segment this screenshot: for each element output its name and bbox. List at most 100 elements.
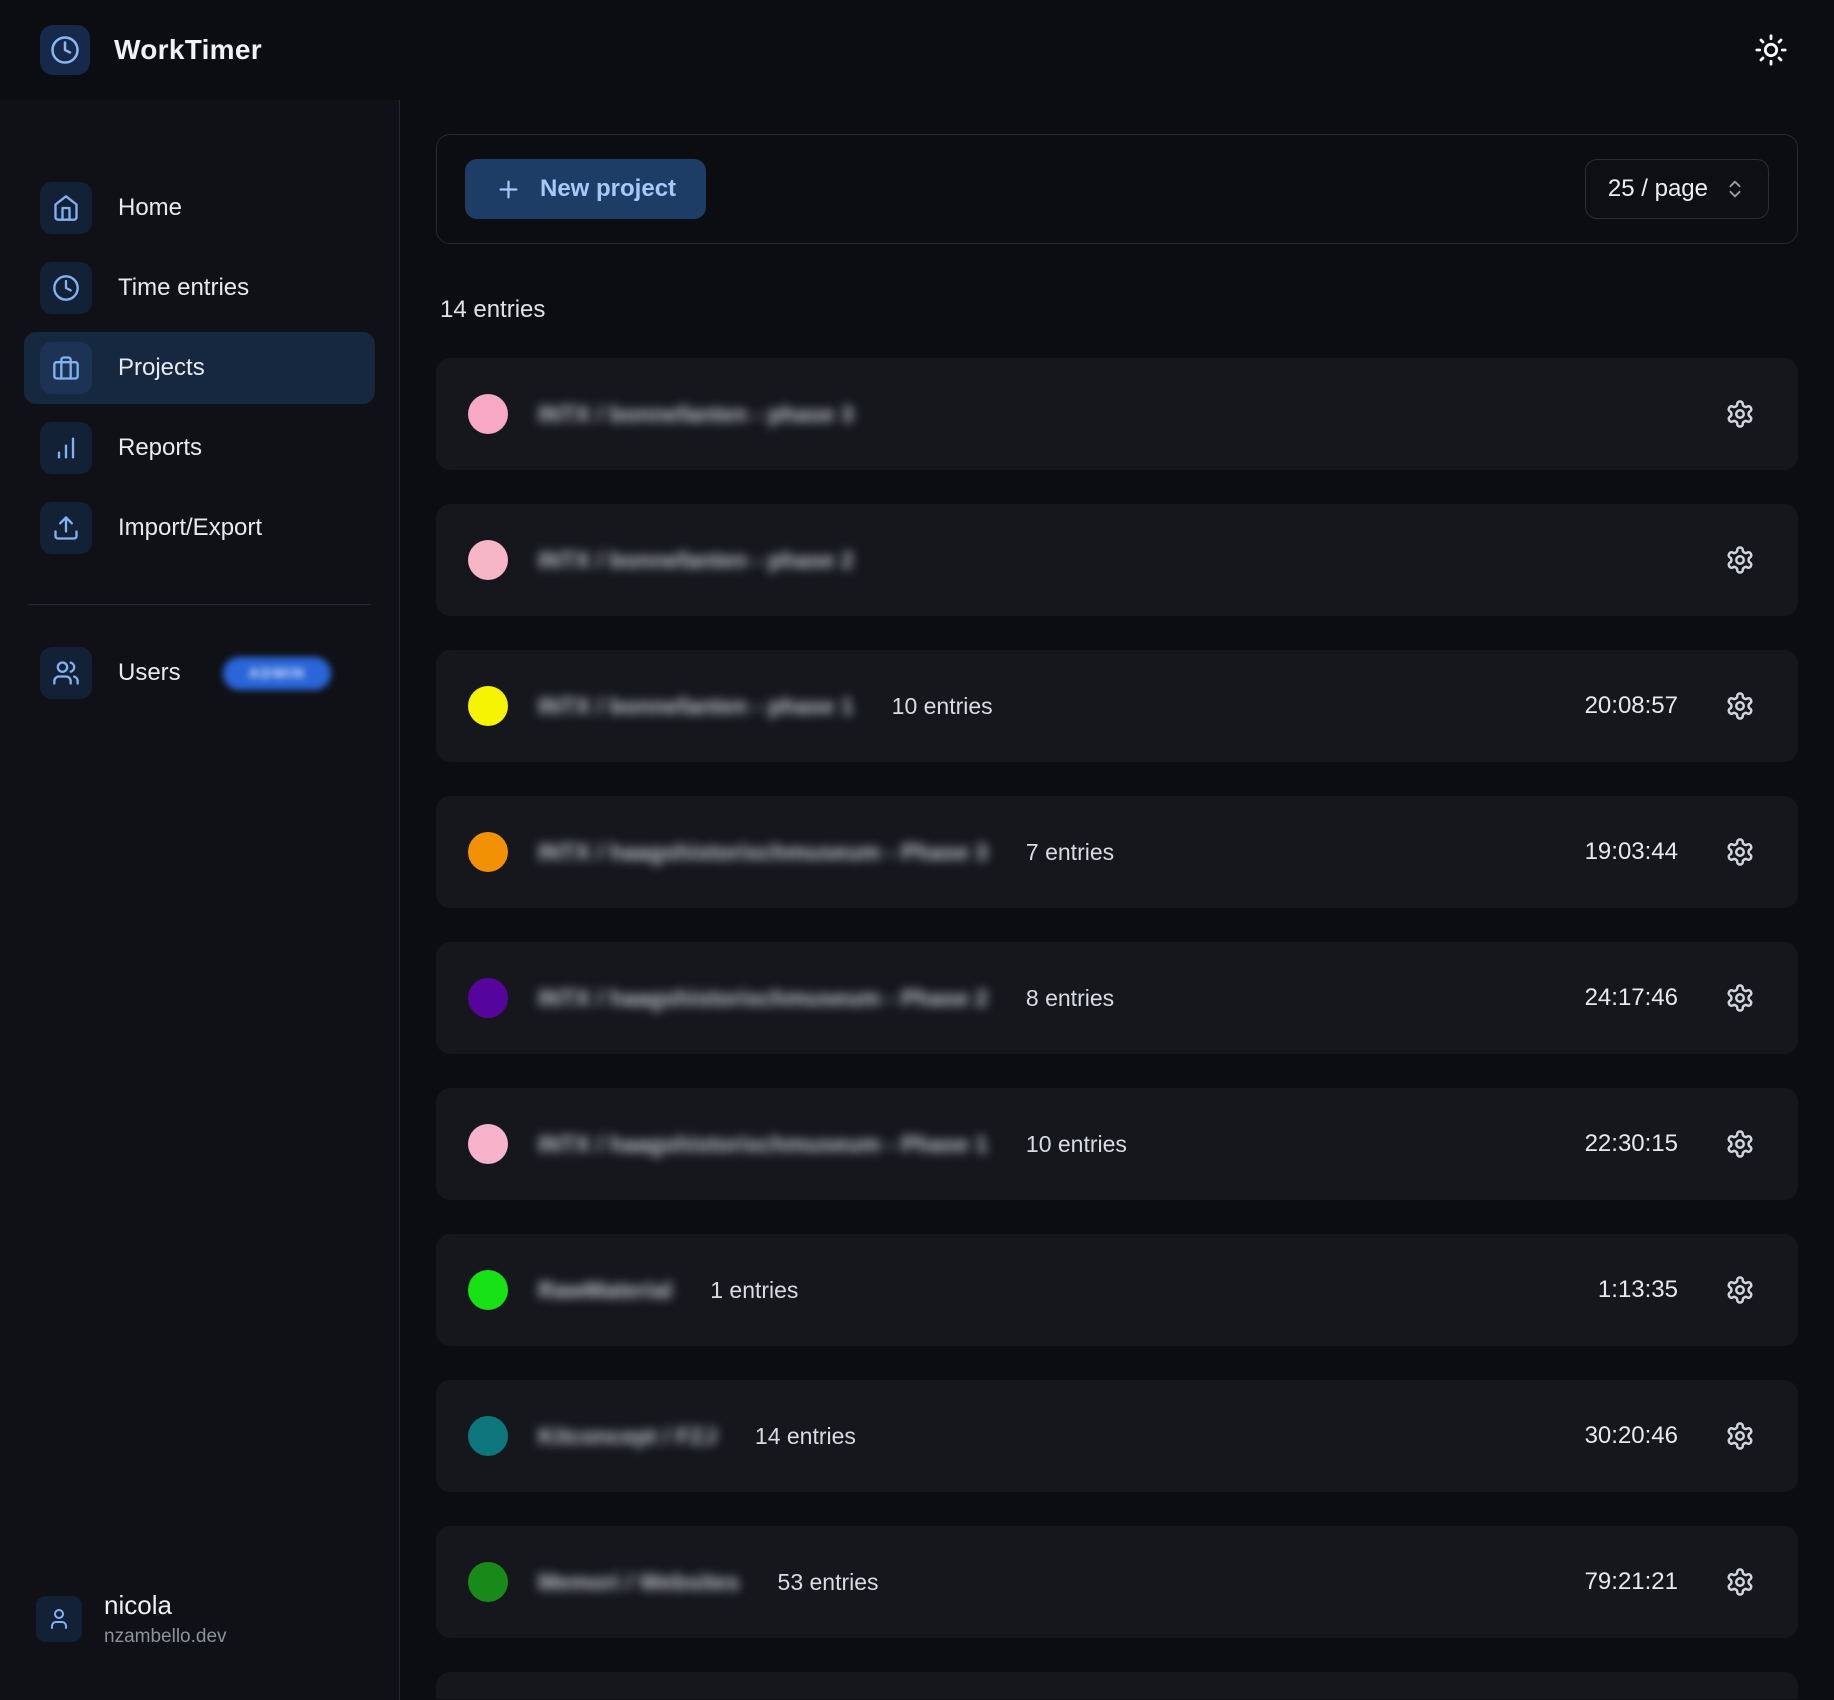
project-name: Kitconcept / FZJ (538, 1423, 717, 1450)
sun-icon (1754, 33, 1788, 67)
project-total-time: 22:30:15 (1585, 1130, 1678, 1158)
project-entries-count: 53 entries (778, 1569, 879, 1596)
shell: Home Time entries Projects Reports Impor… (0, 100, 1834, 1700)
project-row[interactable]: INTX / bonnefanten - phase 3 (436, 358, 1798, 470)
project-total-time: 24:17:46 (1585, 984, 1678, 1012)
gear-icon (1725, 983, 1755, 1013)
page-size-value: 25 / page (1608, 175, 1708, 203)
page-size-select[interactable]: 25 / page (1585, 159, 1769, 219)
gear-icon (1725, 1129, 1755, 1159)
briefcase-icon (40, 342, 92, 394)
gear-icon (1725, 399, 1755, 429)
project-color-dot (468, 978, 508, 1018)
gear-icon (1725, 691, 1755, 721)
sidebar-item-label: Reports (118, 434, 202, 462)
project-settings-button[interactable] (1718, 1268, 1762, 1312)
project-total-time: 1:13:35 (1598, 1276, 1678, 1304)
brand: WorkTimer (40, 25, 262, 75)
sidebar: Home Time entries Projects Reports Impor… (0, 100, 400, 1700)
sidebar-item-label: Import/Export (118, 514, 262, 542)
project-total-time: 79:21:21 (1585, 1568, 1678, 1596)
plus-icon (495, 176, 522, 203)
upload-icon (40, 502, 92, 554)
project-settings-button[interactable] (1718, 1414, 1762, 1458)
project-name: INTX / bonnefanten - phase 1 (538, 693, 854, 720)
toolbar: New project 25 / page (436, 134, 1798, 244)
project-entries-count: 8 entries (1026, 985, 1114, 1012)
project-row[interactable]: Kitconcept / FZJ 14 entries 30:20:46 (436, 1380, 1798, 1492)
project-color-dot (468, 1562, 508, 1602)
theme-toggle-button[interactable] (1748, 27, 1794, 73)
project-settings-button[interactable] (1718, 538, 1762, 582)
project-row[interactable]: RawMaterial 1 entries 1:13:35 (436, 1234, 1798, 1346)
sidebar-item-reports[interactable]: Reports (24, 412, 375, 484)
sidebar-divider (28, 604, 371, 605)
sidebar-item-users[interactable]: Users ADMIN (24, 637, 375, 709)
project-entries-count: 10 entries (1026, 1131, 1127, 1158)
project-settings-button[interactable] (1718, 830, 1762, 874)
admin-badge: ADMIN (223, 657, 332, 690)
new-project-button[interactable]: New project (465, 159, 706, 219)
sidebar-item-label: Time entries (118, 274, 249, 302)
project-row[interactable]: INTX / haagshistorischmuseum - Phase 2 8… (436, 942, 1798, 1054)
project-name: INTX / haagshistorischmuseum - Phase 2 (538, 985, 988, 1012)
project-color-dot (468, 394, 508, 434)
project-row[interactable]: INTX / haagshistorischmuseum - Phase 3 7… (436, 796, 1798, 908)
project-name: INTX / haagshistorischmuseum - Phase 3 (538, 839, 988, 866)
project-settings-button[interactable] (1718, 1560, 1762, 1604)
project-entries-count: 10 entries (892, 693, 993, 720)
project-name: RawMaterial (538, 1277, 672, 1304)
gear-icon (1725, 1421, 1755, 1451)
topbar: WorkTimer (0, 0, 1834, 100)
project-color-dot (468, 832, 508, 872)
project-entries-count: 14 entries (755, 1423, 856, 1450)
project-row-partial (436, 1672, 1798, 1699)
project-total-time: 30:20:46 (1585, 1422, 1678, 1450)
app-logo-clock-icon (40, 25, 90, 75)
chevrons-up-down-icon (1724, 178, 1746, 200)
profile-name: nicola (104, 1590, 227, 1621)
sidebar-item-home[interactable]: Home (24, 172, 375, 244)
project-total-time: 20:08:57 (1585, 692, 1678, 720)
gear-icon (1725, 1275, 1755, 1305)
sidebar-item-time-entries[interactable]: Time entries (24, 252, 375, 324)
project-settings-button[interactable] (1718, 392, 1762, 436)
gear-icon (1725, 545, 1755, 575)
gear-icon (1725, 1567, 1755, 1597)
new-project-label: New project (540, 175, 676, 203)
gear-icon (1725, 837, 1755, 867)
project-row[interactable]: INTX / haagshistorischmuseum - Phase 1 1… (436, 1088, 1798, 1200)
project-entries-count: 7 entries (1026, 839, 1114, 866)
project-name: INTX / bonnefanten - phase 3 (538, 401, 854, 428)
main-content: New project 25 / page 14 entries INTX / … (400, 100, 1834, 1700)
app-title: WorkTimer (114, 34, 262, 66)
users-icon (40, 647, 92, 699)
user-profile[interactable]: nicola nzambello.dev (24, 1582, 375, 1656)
project-row[interactable]: INTX / bonnefanten - phase 2 (436, 504, 1798, 616)
project-row[interactable]: INTX / bonnefanten - phase 1 10 entries … (436, 650, 1798, 762)
clock-icon (40, 262, 92, 314)
project-color-dot (468, 686, 508, 726)
project-entries-count: 1 entries (710, 1277, 798, 1304)
project-list: INTX / bonnefanten - phase 3 INTX / bonn… (436, 358, 1798, 1699)
project-settings-button[interactable] (1718, 684, 1762, 728)
project-color-dot (468, 540, 508, 580)
bar-chart-icon (40, 422, 92, 474)
project-total-time: 19:03:44 (1585, 838, 1678, 866)
project-name: INTX / haagshistorischmuseum - Phase 1 (538, 1131, 988, 1158)
entries-count: 14 entries (440, 296, 1794, 324)
project-row[interactable]: Memori / Websites 53 entries 79:21:21 (436, 1526, 1798, 1638)
project-settings-button[interactable] (1718, 1122, 1762, 1166)
project-settings-button[interactable] (1718, 976, 1762, 1020)
sidebar-item-projects[interactable]: Projects (24, 332, 375, 404)
sidebar-item-label: Projects (118, 354, 205, 382)
profile-text: nicola nzambello.dev (104, 1590, 227, 1648)
project-color-dot (468, 1270, 508, 1310)
user-icon (36, 1596, 82, 1642)
app-root: WorkTimer Home Time entries Projects Rep… (0, 0, 1834, 1700)
sidebar-item-label: Home (118, 194, 182, 222)
home-icon (40, 182, 92, 234)
sidebar-item-import-export[interactable]: Import/Export (24, 492, 375, 564)
project-color-dot (468, 1124, 508, 1164)
profile-subtitle: nzambello.dev (104, 1626, 227, 1648)
